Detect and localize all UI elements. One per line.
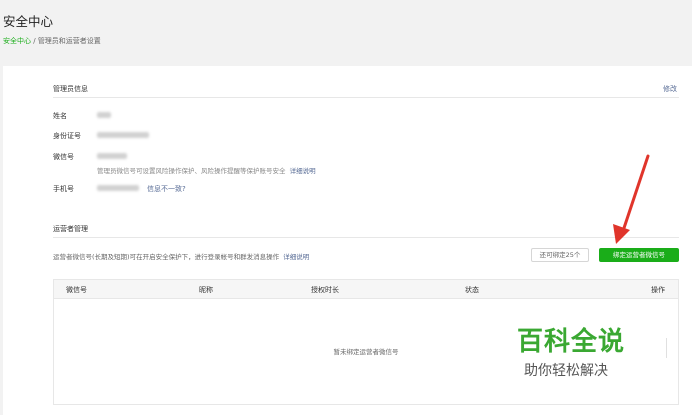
id-number-value-redacted: [97, 132, 149, 138]
breadcrumb-link-security-center[interactable]: 安全中心: [3, 37, 31, 45]
column-header-status: 状态: [465, 286, 479, 294]
operators-description-text: 运营者微信号(长期及短期)可在开启安全保护下，进行登录帐号和群发消息操作: [53, 253, 280, 261]
watermark-title: 百科全说: [517, 327, 626, 357]
page-title: 安全中心: [3, 14, 54, 29]
admin-section-title: 管理员信息: [53, 85, 88, 93]
operators-description: 运营者微信号(长期及短期)可在开启安全保护下，进行登录帐号和群发消息操作 详细说…: [53, 251, 309, 261]
arrow-head: [613, 224, 630, 244]
breadcrumb: 安全中心 / 管理员和运营者设置: [3, 36, 101, 46]
remaining-quota-button[interactable]: 还可绑定25个: [531, 248, 589, 262]
wechat-label: 微信号: [53, 153, 74, 161]
column-header-nickname: 昵称: [199, 286, 213, 294]
red-arrow-annotation: [613, 154, 650, 244]
name-value-redacted: [97, 112, 111, 118]
column-header-actions: 操作: [651, 286, 665, 294]
column-header-wechat: 微信号: [66, 286, 87, 294]
id-number-label: 身份证号: [53, 132, 81, 140]
operators-divider: [53, 237, 679, 238]
watermark-subtitle: 助你轻松解决: [524, 363, 608, 379]
phone-label: 手机号: [53, 185, 74, 193]
wechat-note-detail-link[interactable]: 详细说明: [290, 167, 316, 175]
breadcrumb-current: 管理员和运营者设置: [37, 37, 101, 45]
wechat-note-text: 管理员微信号可设置风险操作保护、风险操作提醒等保护账号安全: [97, 167, 286, 175]
operators-detail-link[interactable]: 详细说明: [283, 253, 309, 261]
page-header: 安全中心 安全中心 / 管理员和运营者设置: [0, 0, 692, 66]
wechat-protection-note: 管理员微信号可设置风险操作保护、风险操作提醒等保护账号安全 详细说明: [97, 165, 316, 175]
operators-section-title: 运营者管理: [53, 225, 88, 233]
phone-value-redacted: [97, 185, 139, 191]
table-scroll-indicator: [666, 338, 667, 358]
breadcrumb-separator: /: [31, 37, 38, 45]
arrow-shaft: [620, 154, 650, 236]
table-header-row: 微信号 昵称 授权时长 状态 操作: [54, 280, 678, 299]
admin-divider: [53, 97, 679, 98]
name-label: 姓名: [53, 112, 67, 120]
wechat-value-redacted: [97, 153, 127, 159]
bind-operator-button[interactable]: 绑定运营者微信号: [599, 248, 679, 262]
column-header-duration: 授权时长: [311, 286, 339, 294]
edit-admin-link[interactable]: 修改: [663, 84, 677, 94]
phone-mismatch-link[interactable]: 信息不一致?: [147, 184, 186, 194]
